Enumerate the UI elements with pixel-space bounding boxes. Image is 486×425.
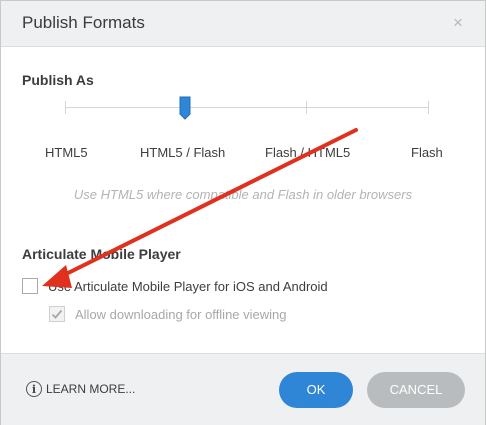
use-mobile-player-label[interactable]: Use Articulate Mobile Player for iOS and… (48, 279, 328, 294)
learn-more-link[interactable]: i LEARN MORE... (26, 379, 135, 399)
allow-offline-checkbox[interactable] (49, 306, 65, 322)
dialog-title: Publish Formats (22, 13, 145, 32)
slider-tick-flash-html5 (306, 101, 307, 114)
option-html5-flash[interactable]: HTML5 / Flash (140, 145, 225, 160)
option-flash-html5[interactable]: Flash / HTML5 (265, 145, 350, 160)
info-icon: i (26, 381, 42, 397)
slider-tick-html5 (65, 101, 66, 114)
ok-button[interactable]: OK (279, 372, 353, 408)
publish-slider-track[interactable] (65, 107, 429, 108)
learn-more-label: LEARN MORE... (46, 382, 136, 396)
checkmark-icon (51, 309, 63, 319)
allow-offline-label: Allow downloading for offline viewing (75, 307, 287, 322)
title-bar: Publish Formats × (1, 1, 485, 47)
option-flash[interactable]: Flash (411, 145, 443, 160)
publish-formats-dialog: Publish Formats × Publish As HTML5 HTML5… (0, 0, 486, 425)
use-mobile-player-checkbox[interactable] (22, 278, 38, 294)
publish-as-heading: Publish As (22, 72, 94, 88)
slider-thumb[interactable] (179, 96, 191, 120)
format-hint: Use HTML5 where compatible and Flash in … (73, 187, 413, 202)
slider-tick-flash (428, 101, 429, 114)
mobile-player-heading: Articulate Mobile Player (22, 246, 181, 262)
close-icon[interactable]: × (453, 13, 463, 33)
cancel-button[interactable]: CANCEL (367, 372, 465, 408)
option-html5[interactable]: HTML5 (45, 145, 88, 160)
